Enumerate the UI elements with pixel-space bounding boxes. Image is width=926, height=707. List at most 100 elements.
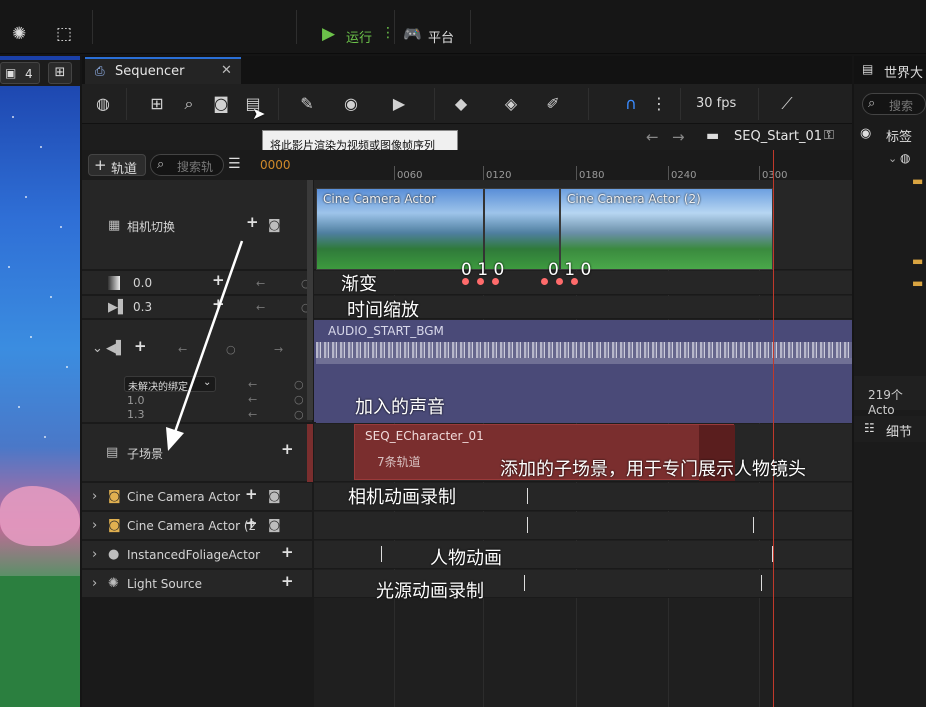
mode-select-icon[interactable]: ⬚ [56,24,72,44]
sequence-name[interactable]: SEQ_Start_01 [734,129,822,144]
more-options-icon[interactable]: ⋮ [648,96,670,112]
key-icon[interactable]: ○ [294,393,304,406]
snap-magnet-icon[interactable]: ∩ [620,96,642,112]
search-icon[interactable]: ⌕ [178,96,200,112]
section-marker[interactable] [753,517,754,533]
section-marker[interactable] [761,575,762,591]
search-placeholder: 搜索轨 [177,160,214,174]
keyframe[interactable] [492,278,499,285]
run-options-icon[interactable]: ⋮ [381,25,395,41]
prev-key-icon[interactable]: ← [256,301,265,314]
track-splitter[interactable] [307,180,313,420]
keyframe[interactable] [556,278,563,285]
cine-camera-track-2[interactable]: › ◙ Cine Camera Actor (2 + ◙ [82,512,312,540]
keyframe[interactable] [541,278,548,285]
keyframe[interactable] [477,278,484,285]
keyframe[interactable] [462,278,469,285]
sequencer-tab[interactable]: ⎙ Sequencer ✕ [85,57,241,84]
camera-cut-clip-1[interactable]: Cine Camera Actor [316,188,560,271]
outliner-tab[interactable]: ▤ 世界大 [854,56,926,84]
audio-value-2[interactable]: 1.3 [127,408,145,421]
fade-value[interactable]: 0.0 [133,276,152,290]
add-icon[interactable]: + [281,545,294,560]
sequencer-tab-title: Sequencer [115,64,185,79]
chevron-down-icon[interactable]: ⌄ [888,152,897,165]
eye-icon[interactable]: ◉ [860,126,871,141]
outliner-search[interactable]: ⌕ 搜索 [862,93,926,115]
forward-arrow-icon[interactable]: → [672,128,685,146]
track-search-box[interactable]: ⌕ 搜索轨 [150,154,224,176]
key-labels: 0 1 0 [548,260,592,280]
add-camera-cut-icon[interactable]: ⊞ [146,96,168,112]
light-source-track[interactable]: › ✺ Light Source + [82,570,312,598]
play-icon[interactable]: ▶ [322,24,335,44]
edit-icon[interactable]: ✐ [542,96,564,112]
section-marker[interactable] [381,546,382,562]
track-label: Cine Camera Actor (2 [127,519,257,533]
cine-camera-track-1[interactable]: › ◙ Cine Camera Actor + ◙ [82,483,312,511]
add-icon[interactable]: + [134,339,147,354]
close-icon[interactable]: ✕ [221,63,232,78]
tags-label[interactable]: 标签 [886,126,912,145]
section-marker[interactable] [527,517,528,533]
audio-value-1[interactable]: 1.0 [127,394,145,407]
back-arrow-icon[interactable]: ← [646,128,659,146]
playback-end-marker[interactable] [773,150,774,707]
tick-mark [668,166,669,180]
world-context-icon[interactable]: ◍ [92,96,114,112]
camera-icon[interactable]: ◙ [268,219,281,232]
level-viewport[interactable] [0,56,80,707]
wrench-icon[interactable]: ✎ [296,96,318,112]
camera-count-button[interactable]: ▣ 4 [0,62,40,84]
section-marker[interactable] [527,488,528,504]
key-icon[interactable]: ◆ [450,96,472,112]
filter-icon[interactable]: ☰ [228,156,241,172]
annotation-character-anim: 人物动画 [430,548,502,569]
track-label: Cine Camera Actor [127,490,240,504]
prev-key-icon[interactable]: ← [256,277,265,290]
run-button[interactable]: 运行 [346,27,372,46]
camera-cut-clip-2[interactable]: Cine Camera Actor (2) [560,188,773,270]
add-icon[interactable]: + [281,442,294,457]
actor-count: 219个Acto [868,388,903,417]
camera-icon[interactable]: ◙ [268,490,281,503]
key-icon[interactable]: ○ [294,408,304,421]
chevron-right-icon[interactable]: › [92,519,97,532]
chevron-right-icon[interactable]: › [92,548,97,561]
foliage-track[interactable]: › ● InstancedFoliageActor + [82,541,312,569]
tick-mark [483,166,484,180]
clip-label: AUDIO_START_BGM [328,324,444,338]
playback-icon[interactable]: ▶ [388,96,410,112]
current-frame[interactable]: 0000 [260,158,291,172]
section-marker[interactable] [524,575,525,591]
platform-icon[interactable]: 🎮 [403,25,422,43]
curve-editor-icon[interactable]: ⟋ [776,96,798,112]
add-icon[interactable]: + [245,487,258,502]
time-dilation-value[interactable]: 0.3 [133,300,152,314]
viewport-toolbar: ▣ 4 ⊞ [0,60,80,86]
keyframe[interactable] [571,278,578,285]
key-icon[interactable]: ○ [294,378,304,391]
layout-grid-icon[interactable]: ⊞ [48,62,72,84]
fps-selector[interactable]: 30 fps [696,96,736,111]
cine-camera-lane-2 [314,512,852,540]
add-icon[interactable]: + [246,215,259,230]
add-icon[interactable]: + [281,574,294,589]
eye-icon[interactable]: ◉ [340,96,362,112]
camera-icon[interactable]: ◙ [210,96,232,112]
details-tab[interactable]: ☷ 细节 [854,416,926,442]
chevron-right-icon[interactable]: › [92,490,97,503]
add-icon[interactable]: + [245,516,258,531]
engine-logo-icon[interactable]: ✺ [12,24,26,44]
sequencer-tab-icon: ⎙ [95,64,105,78]
key-settings-icon[interactable]: ◈ [500,96,522,112]
lock-icon[interactable]: ⚿ [824,128,834,143]
chevron-down-icon[interactable]: ⌄ [92,342,103,355]
chevron-right-icon[interactable]: › [92,577,97,590]
next-key-icon[interactable]: → [274,343,283,356]
camera-icon[interactable]: ◙ [268,519,281,532]
add-track-button[interactable]: + 轨道 [88,154,146,177]
platform-button[interactable]: 平台 [428,27,454,46]
clip-divider [483,189,485,271]
folder-icon: ▬ [912,254,924,268]
